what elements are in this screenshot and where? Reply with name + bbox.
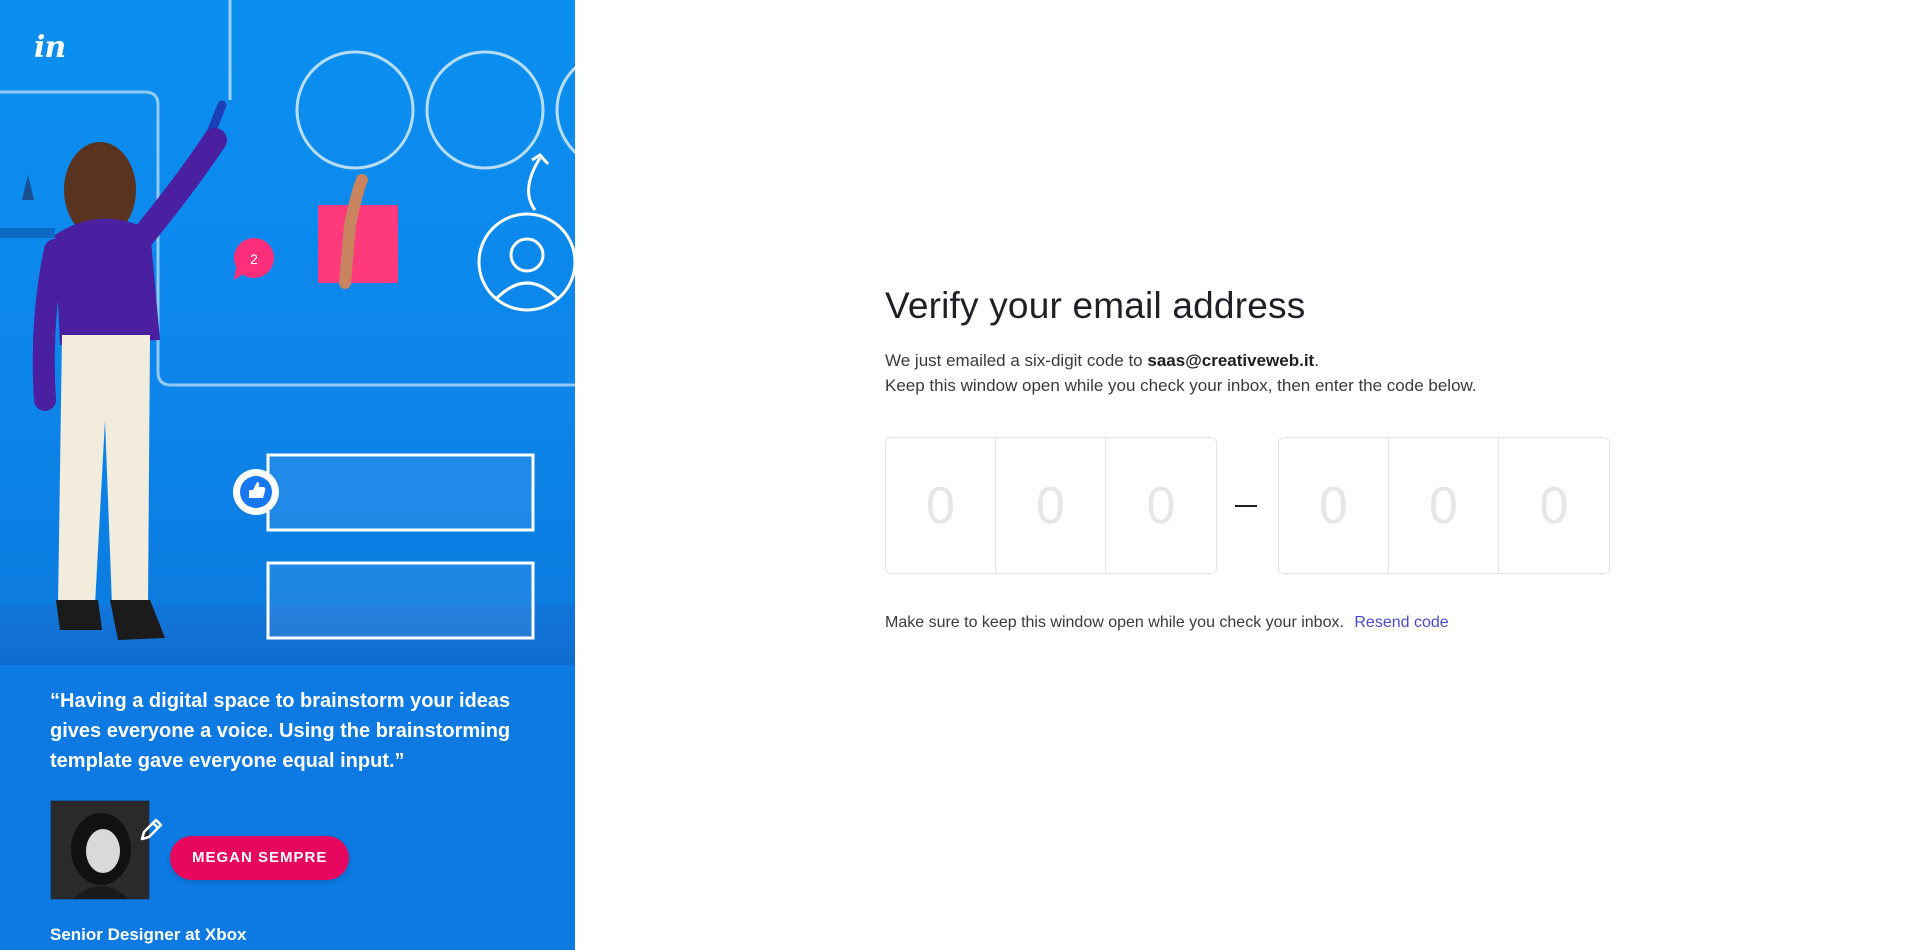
verify-description: We just emailed a six-digit code to saas…	[885, 348, 1477, 398]
avatar	[50, 800, 150, 900]
code-separator	[1235, 505, 1257, 507]
page-title: Verify your email address	[885, 285, 1306, 326]
code-group-first: 0 0 0	[885, 437, 1217, 574]
testimonial-panel: 2 in “Having a digital space to brainsto…	[0, 0, 575, 950]
code-digit-6[interactable]: 0	[1499, 438, 1609, 573]
code-digit-4[interactable]: 0	[1279, 438, 1389, 573]
code-digit-3[interactable]: 0	[1106, 438, 1216, 573]
description-line-1: We just emailed a six-digit code to saas…	[885, 348, 1477, 373]
author-name-badge: MEGAN SEMPRE	[170, 836, 350, 880]
code-digit-2[interactable]: 0	[996, 438, 1106, 573]
description-prefix: We just emailed a six-digit code to	[885, 351, 1148, 370]
help-row: Make sure to keep this window open while…	[885, 614, 1449, 632]
testimonial-quote: “Having a digital space to brainstorm yo…	[50, 690, 511, 772]
email-address: saas@creativeweb.it	[1147, 351, 1315, 370]
svg-text:2: 2	[250, 251, 258, 267]
hero-illustration: 2 in	[0, 0, 575, 665]
description-line-2: Keep this window open while you check yo…	[885, 376, 1477, 395]
whiteboard-drawing: 2	[0, 0, 575, 640]
invision-logo[interactable]: in	[34, 30, 66, 65]
code-digit-5[interactable]: 0	[1389, 438, 1499, 573]
code-digit-1[interactable]: 0	[886, 438, 996, 573]
help-text: Make sure to keep this window open while…	[885, 614, 1344, 631]
resend-code-link[interactable]: Resend code	[1354, 614, 1448, 631]
pencil-icon	[140, 818, 163, 841]
author-role: Senior Designer at Xbox	[50, 925, 247, 944]
description-suffix: .	[1314, 351, 1319, 370]
code-group-second: 0 0 0	[1278, 437, 1610, 574]
